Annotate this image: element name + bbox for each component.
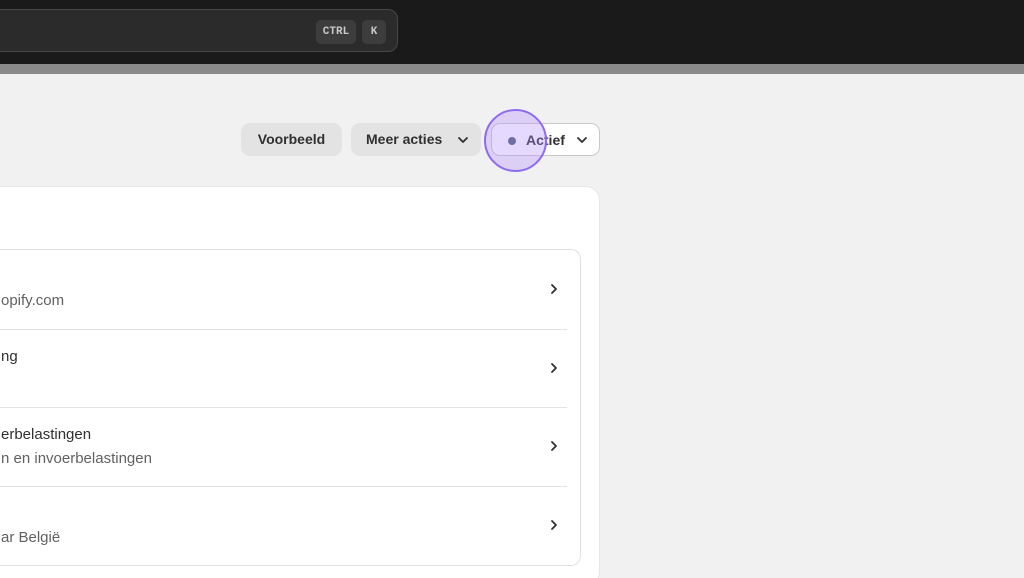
- settings-list: opify.com ng erbelastingen n en invoerbe…: [0, 249, 581, 566]
- more-actions-button[interactable]: Meer acties: [351, 123, 481, 156]
- list-item-subtitle: n en invoerbelastingen: [1, 450, 152, 467]
- shortcut-ctrl-key: CTRL: [316, 20, 356, 44]
- list-item-subtitle: ar België: [1, 529, 61, 546]
- chevron-right-icon: [551, 520, 557, 530]
- chevron-right-icon: [551, 284, 557, 294]
- list-item-subtitle: opify.com: [1, 292, 65, 309]
- list-item[interactable]: ng: [0, 330, 567, 409]
- shortcut-k-key: K: [362, 20, 386, 44]
- list-item[interactable]: erbelastingen n en invoerbelastingen: [0, 408, 567, 487]
- preview-button[interactable]: Voorbeeld: [241, 123, 342, 156]
- list-item-title: erbelastingen: [1, 426, 92, 443]
- list-item[interactable]: opify.com: [0, 250, 567, 329]
- list-item-title: ng: [1, 348, 18, 365]
- more-actions-label: Meer acties: [366, 131, 443, 147]
- chevron-down-icon: [458, 137, 468, 143]
- top-bar: CTRL K: [0, 0, 1024, 64]
- click-indicator: [484, 109, 547, 172]
- chevron-down-icon: [577, 137, 587, 143]
- chevron-right-icon: [551, 363, 557, 373]
- list-item[interactable]: ar België: [0, 487, 567, 566]
- chevron-right-icon: [551, 441, 557, 451]
- topbar-divider: [0, 64, 1024, 74]
